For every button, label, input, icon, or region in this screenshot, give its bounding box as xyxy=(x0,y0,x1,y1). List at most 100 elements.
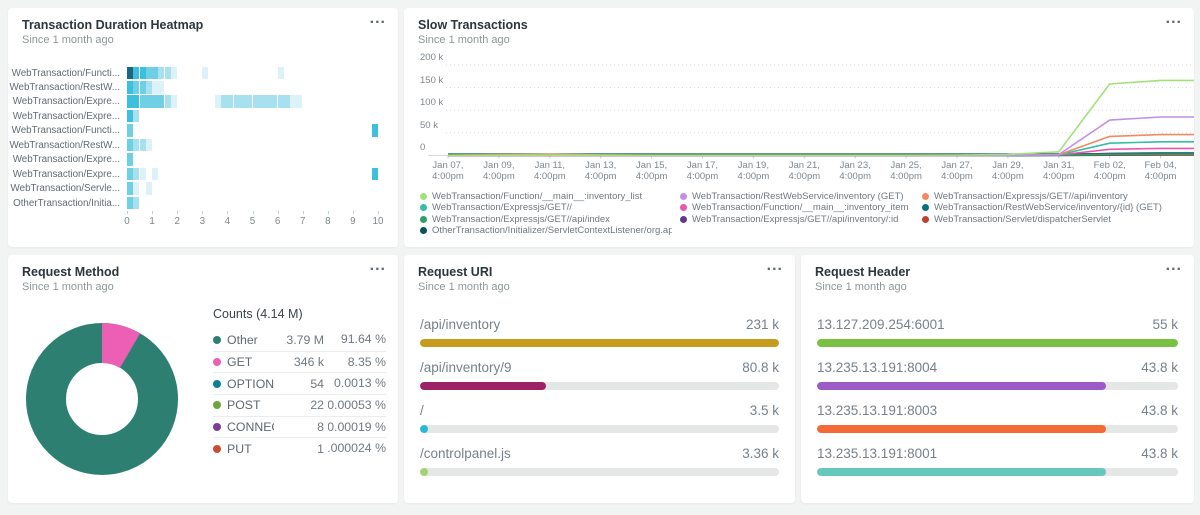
counts-table-row[interactable]: GET346 k8.35 % xyxy=(213,351,386,373)
bar-label-row: /controlpanel.js3.36 k xyxy=(420,446,779,461)
legend-label: WebTransaction/Expressjs/GET//api/invent… xyxy=(934,191,1128,202)
panel-title: Request Method xyxy=(22,265,119,279)
legend-color-dot xyxy=(213,401,221,409)
legend-label: WebTransaction/RestWebService/inventory/… xyxy=(934,202,1162,213)
method-count: 22 xyxy=(274,398,324,412)
heatmap-row-label: WebTransaction/Expre... xyxy=(8,96,120,107)
x-axis-tick-label: 10 xyxy=(366,216,390,227)
heatmap-cell xyxy=(171,67,177,80)
chart-legend: WebTransaction/Function/__main__:invento… xyxy=(404,8,1194,247)
legend-item[interactable]: WebTransaction/Function/__main__:invento… xyxy=(420,191,672,202)
bar-label: /api/inventory xyxy=(420,317,500,332)
legend-label: WebTransaction/Servlet/dispatcherServlet xyxy=(934,214,1111,225)
heatmap-cell xyxy=(296,95,302,108)
method-percent: 8.35 % xyxy=(328,355,386,370)
legend-color-dot xyxy=(213,380,221,388)
bar-fill xyxy=(420,468,428,476)
axis-tick xyxy=(177,211,178,214)
axis-tick xyxy=(353,211,354,214)
axis-tick xyxy=(127,211,128,214)
legend-color-dot xyxy=(213,336,221,344)
legend-color-dot xyxy=(213,445,221,453)
legend-color-dot xyxy=(680,204,687,211)
heatmap-cell xyxy=(221,95,227,108)
legend-color-dot xyxy=(420,204,427,211)
bar-track xyxy=(817,339,1178,347)
counts-table-row[interactable]: PUT10.000024 % xyxy=(213,437,386,459)
axis-tick xyxy=(378,211,379,214)
heatmap-cell xyxy=(146,95,152,108)
legend-item[interactable]: WebTransaction/RestWebService/inventory … xyxy=(680,191,914,202)
legend-color-dot xyxy=(420,193,427,200)
bar-value: 3.5 k xyxy=(750,403,779,418)
heatmap-row-label: WebTransaction/Expre... xyxy=(8,154,120,165)
heatmap-cell xyxy=(152,81,158,94)
legend-item[interactable]: OtherTransaction/Initializer/ServletCont… xyxy=(420,225,672,236)
heatmap-cell xyxy=(146,182,152,195)
bar-track xyxy=(420,425,779,433)
legend-item[interactable]: WebTransaction/Expressjs/GET// xyxy=(420,202,672,213)
bar-label-row: /api/inventory/980.8 k xyxy=(420,360,779,375)
heatmap-cell xyxy=(202,67,208,80)
legend-label: WebTransaction/Expressjs/GET//api/invent… xyxy=(692,214,898,225)
ellipsis-menu-icon[interactable]: ... xyxy=(370,257,386,275)
legend-color-dot xyxy=(420,216,427,223)
method-count: 54 xyxy=(274,377,324,391)
heatmap-cell xyxy=(140,81,146,94)
counts-table: Counts (4.14 M) Other3.79 M91.64 %GET346… xyxy=(213,307,386,459)
panel-transaction-duration-heatmap: Transaction Duration Heatmap Since 1 mon… xyxy=(8,8,398,247)
heatmap-cell xyxy=(127,168,133,181)
x-axis-tick-label: 6 xyxy=(266,216,290,227)
counts-table-row[interactable]: OPTIONS54 0.0013 % xyxy=(213,372,386,394)
bar-label: 13.235.13.191:8003 xyxy=(817,403,937,418)
legend-color-dot xyxy=(922,216,929,223)
method-label: OPTIONS xyxy=(227,377,274,391)
x-axis-tick-label: 4 xyxy=(215,216,239,227)
legend-item[interactable]: WebTransaction/Expressjs/GET//api/index xyxy=(420,214,672,225)
bar-fill xyxy=(817,382,1106,390)
heatmap-row-label: WebTransaction/Functi... xyxy=(8,125,120,136)
method-count: 1 xyxy=(274,442,324,456)
counts-table-row[interactable]: CONNECT80.00019 % xyxy=(213,416,386,438)
heatmap-cell xyxy=(278,95,284,108)
heatmap-cell xyxy=(140,67,146,80)
legend-item[interactable]: WebTransaction/Servlet/dispatcherServlet xyxy=(922,214,1184,225)
heatmap-cell xyxy=(227,95,233,108)
legend-item[interactable]: WebTransaction/Expressjs/GET//api/invent… xyxy=(680,214,914,225)
bar-list-row: /controlpanel.js3.36 k xyxy=(420,446,779,476)
heatmap-cell xyxy=(133,67,139,80)
bar-label: 13.127.209.254:6001 xyxy=(817,317,945,332)
heatmap-cell xyxy=(127,110,133,123)
method-percent: 0.00019 % xyxy=(328,420,386,435)
bar-label: 13.235.13.191:8004 xyxy=(817,360,937,375)
bar-list-row: 13.235.13.191:800443.8 k xyxy=(817,360,1178,390)
heatmap-chart: WebTransaction/Functi... WebTransaction/R… xyxy=(8,8,398,247)
method-label: PUT xyxy=(227,442,274,456)
method-percent-value: 0.00053 % xyxy=(328,398,386,412)
heatmap-cell xyxy=(146,67,152,80)
bar-track xyxy=(420,339,779,347)
bar-label-row: 13.235.13.191:800443.8 k xyxy=(817,360,1178,375)
heatmap-cell xyxy=(133,182,139,195)
heatmap-cell xyxy=(133,197,139,210)
heatmap-cell xyxy=(158,67,164,80)
x-axis-tick-label: 5 xyxy=(241,216,265,227)
bar-label-row: /3.5 k xyxy=(420,403,779,418)
heatmap-cell xyxy=(133,110,139,123)
heatmap-cell xyxy=(140,168,146,181)
heatmap-cell xyxy=(133,81,139,94)
legend-item[interactable]: WebTransaction/RestWebService/inventory/… xyxy=(922,202,1184,213)
heatmap-row-label: WebTransaction/Functi... xyxy=(8,68,120,79)
legend-item[interactable]: WebTransaction/Function/__main__:invento… xyxy=(680,202,914,213)
bar-label: 13.235.13.191:8001 xyxy=(817,446,937,461)
panel-request-header: Request Header Since 1 month ago ... 13.… xyxy=(801,255,1194,503)
heatmap-row-label: WebTransaction/RestW... xyxy=(8,82,120,93)
heatmap-cell xyxy=(215,95,221,108)
bar-fill xyxy=(420,425,428,433)
counts-table-row[interactable]: Other3.79 M91.64 % xyxy=(213,329,386,351)
counts-table-row[interactable]: POST220.00053 % xyxy=(213,394,386,416)
legend-item[interactable]: WebTransaction/Expressjs/GET//api/invent… xyxy=(922,191,1184,202)
heatmap-cell xyxy=(372,168,378,181)
bar-fill xyxy=(420,382,546,390)
method-percent-value: 0.0013 % xyxy=(334,376,386,390)
